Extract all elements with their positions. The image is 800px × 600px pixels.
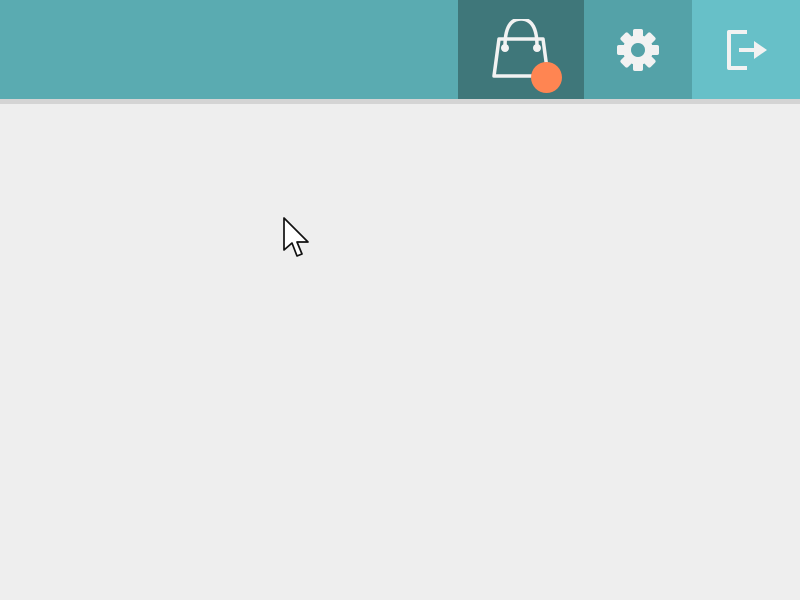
shopping-bag-icon <box>492 18 550 78</box>
main-content-area <box>0 104 800 600</box>
top-toolbar <box>0 0 800 99</box>
settings-button[interactable] <box>584 0 692 99</box>
shopping-bag-button[interactable] <box>458 0 584 99</box>
logout-button[interactable] <box>692 0 800 99</box>
logout-icon <box>727 29 767 70</box>
gear-icon <box>617 28 659 71</box>
